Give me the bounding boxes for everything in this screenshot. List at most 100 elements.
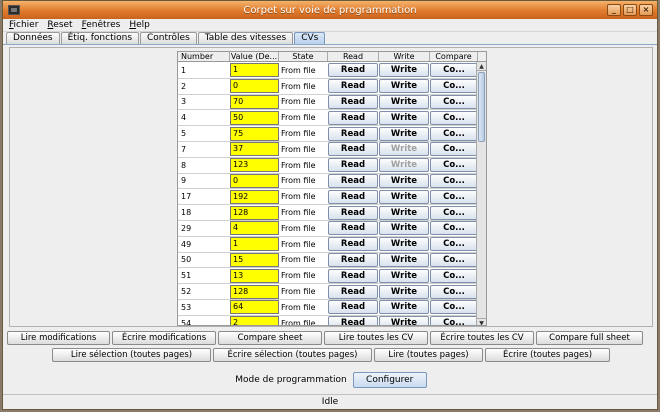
read-button[interactable]: Read	[328, 205, 378, 220]
write-button[interactable]: Write	[379, 237, 429, 252]
read-selection-button[interactable]: Lire sélection (toutes pages)	[52, 348, 211, 362]
cv-value-field[interactable]: 0	[230, 79, 279, 94]
menu-file[interactable]: Fichier	[9, 20, 38, 30]
compare-button[interactable]: Co...	[430, 63, 478, 78]
read-button[interactable]: Read	[328, 300, 378, 315]
title-bar[interactable]: Corpet sur voie de programmation _ □ ×	[3, 1, 657, 19]
compare-full-sheet-button[interactable]: Compare full sheet	[536, 331, 643, 345]
write-button[interactable]: Write	[379, 94, 429, 109]
header-read[interactable]: Read	[328, 52, 379, 61]
tab-donnees[interactable]: Données	[6, 32, 60, 44]
write-button[interactable]: Write	[379, 221, 429, 236]
menu-help[interactable]: Help	[129, 20, 150, 30]
compare-button[interactable]: Co...	[430, 221, 478, 236]
cv-value-field[interactable]: 15	[230, 252, 279, 267]
cv-value-field[interactable]: 192	[230, 189, 279, 204]
tab-table-vitesses[interactable]: Table des vitesses	[197, 32, 294, 44]
maximize-icon[interactable]: □	[623, 4, 637, 16]
cv-value-field[interactable]: 64	[230, 300, 279, 315]
scroll-thumb[interactable]	[478, 72, 485, 142]
configure-button[interactable]: Configurer	[352, 372, 427, 388]
write-button[interactable]: Write	[379, 63, 429, 78]
header-value[interactable]: Value (De...	[230, 52, 279, 61]
read-button[interactable]: Read	[328, 79, 378, 94]
compare-button[interactable]: Co...	[430, 158, 478, 173]
write-button[interactable]: Write	[379, 252, 429, 267]
compare-button[interactable]: Co...	[430, 237, 478, 252]
scroll-up-icon[interactable]: ▲	[477, 62, 486, 71]
read-all-cv-button[interactable]: Lire toutes les CV	[324, 331, 428, 345]
cv-value-field[interactable]: 0	[230, 173, 279, 188]
close-icon[interactable]: ×	[639, 4, 653, 16]
write-all-pages-button[interactable]: Écrire (toutes pages)	[485, 348, 610, 362]
write-button[interactable]: Write	[379, 173, 429, 188]
read-button[interactable]: Read	[328, 63, 378, 78]
header-compare[interactable]: Compare	[430, 52, 478, 61]
compare-sheet-button[interactable]: Compare sheet	[218, 331, 322, 345]
cv-value-field[interactable]: 70	[230, 94, 279, 109]
menu-windows[interactable]: Fenêtres	[82, 20, 121, 30]
cv-value-field[interactable]: 128	[230, 284, 279, 299]
cv-value-field[interactable]: 1	[230, 63, 279, 78]
compare-button[interactable]: Co...	[430, 94, 478, 109]
write-button[interactable]: Write	[379, 126, 429, 141]
cv-value-field[interactable]: 13	[230, 268, 279, 283]
read-all-pages-button[interactable]: Lire (toutes pages)	[374, 348, 483, 362]
read-button[interactable]: Read	[328, 158, 378, 173]
header-state[interactable]: State	[279, 52, 328, 61]
cv-value-field[interactable]: 4	[230, 221, 279, 236]
table-scrollbar[interactable]: ▲ ▼	[476, 62, 486, 325]
tab-controles[interactable]: Contrôles	[140, 32, 197, 44]
write-button[interactable]: Write	[379, 284, 429, 299]
write-button[interactable]: Write	[379, 205, 429, 220]
read-button[interactable]: Read	[328, 284, 378, 299]
read-button[interactable]: Read	[328, 237, 378, 252]
header-write[interactable]: Write	[379, 52, 430, 61]
write-button[interactable]: Write	[379, 316, 429, 325]
compare-button[interactable]: Co...	[430, 300, 478, 315]
minimize-icon[interactable]: _	[607, 4, 621, 16]
read-button[interactable]: Read	[328, 189, 378, 204]
read-button[interactable]: Read	[328, 173, 378, 188]
read-button[interactable]: Read	[328, 268, 378, 283]
read-button[interactable]: Read	[328, 142, 378, 157]
compare-button[interactable]: Co...	[430, 142, 478, 157]
compare-button[interactable]: Co...	[430, 268, 478, 283]
cv-value-field[interactable]: 123	[230, 158, 279, 173]
compare-button[interactable]: Co...	[430, 189, 478, 204]
read-button[interactable]: Read	[328, 316, 378, 325]
cv-value-field[interactable]: 50	[230, 110, 279, 125]
header-number[interactable]: Number	[178, 52, 230, 61]
cv-value-field[interactable]: 1	[230, 237, 279, 252]
write-changes-button[interactable]: Écrire modifications	[112, 331, 216, 345]
compare-button[interactable]: Co...	[430, 110, 478, 125]
read-button[interactable]: Read	[328, 252, 378, 267]
cv-value-field[interactable]: 2	[230, 316, 279, 325]
compare-button[interactable]: Co...	[430, 205, 478, 220]
compare-button[interactable]: Co...	[430, 252, 478, 267]
cv-value-field[interactable]: 128	[230, 205, 279, 220]
cv-value-field[interactable]: 37	[230, 142, 279, 157]
write-all-cv-button[interactable]: Écrire toutes les CV	[430, 331, 534, 345]
write-button[interactable]: Write	[379, 110, 429, 125]
scroll-down-icon[interactable]: ▼	[477, 318, 486, 325]
tab-cvs[interactable]: CVs	[294, 32, 326, 44]
menu-reset[interactable]: Reset	[47, 20, 72, 30]
compare-button[interactable]: Co...	[430, 316, 478, 325]
write-selection-button[interactable]: Écrire sélection (toutes pages)	[213, 348, 372, 362]
cv-value-field[interactable]: 75	[230, 126, 279, 141]
read-changes-button[interactable]: Lire modifications	[7, 331, 110, 345]
write-button[interactable]: Write	[379, 268, 429, 283]
read-button[interactable]: Read	[328, 94, 378, 109]
compare-button[interactable]: Co...	[430, 284, 478, 299]
write-button[interactable]: Write	[379, 79, 429, 94]
read-button[interactable]: Read	[328, 110, 378, 125]
tab-etiq-fonctions[interactable]: Étiq. fonctions	[60, 32, 140, 44]
compare-button[interactable]: Co...	[430, 126, 478, 141]
app-icon[interactable]	[8, 5, 20, 15]
write-button[interactable]: Write	[379, 189, 429, 204]
read-button[interactable]: Read	[328, 221, 378, 236]
compare-button[interactable]: Co...	[430, 173, 478, 188]
write-button[interactable]: Write	[379, 300, 429, 315]
compare-button[interactable]: Co...	[430, 79, 478, 94]
